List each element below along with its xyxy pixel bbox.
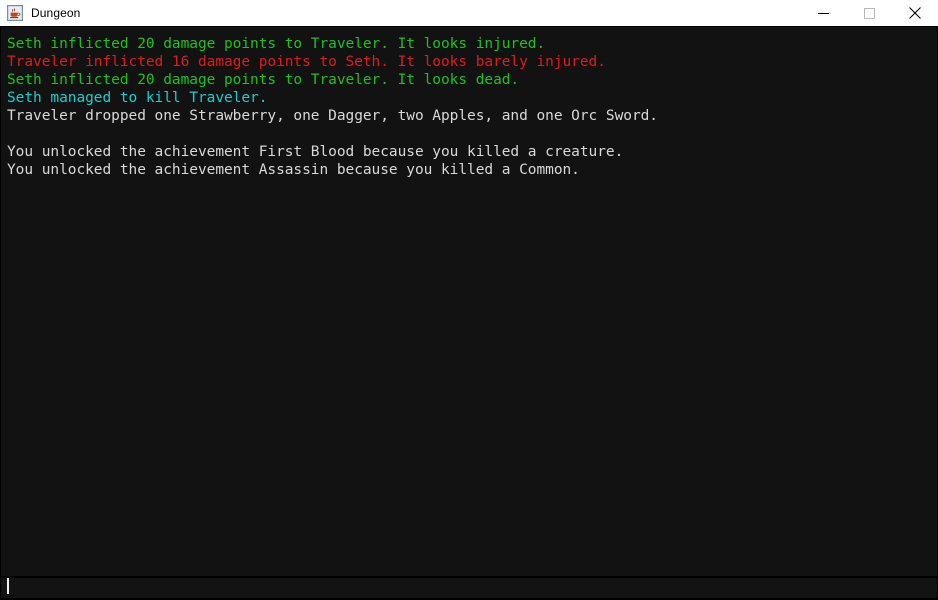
minimize-icon <box>817 12 829 14</box>
title-bar: Dungeon <box>0 0 938 26</box>
maximize-icon <box>863 7 875 19</box>
window-title: Dungeon <box>31 6 81 20</box>
command-input-row <box>0 576 938 600</box>
maximize-button[interactable] <box>846 0 892 26</box>
log-line: You unlocked the achievement First Blood… <box>7 144 624 160</box>
log-line: You unlocked the achievement Assassin be… <box>7 162 580 178</box>
command-input[interactable] <box>1 578 937 598</box>
log-line: Seth inflicted 20 damage points to Trave… <box>7 72 520 88</box>
minimize-button[interactable] <box>800 0 846 26</box>
window-controls <box>800 0 938 26</box>
dungeon-app-window: Dungeon Seth inflicted 20 damage points … <box>0 0 938 600</box>
close-icon <box>909 7 921 19</box>
text-caret <box>7 578 9 594</box>
console-frame: Seth inflicted 20 damage points to Trave… <box>0 26 938 576</box>
java-coffee-cup-icon <box>7 5 23 21</box>
log-line: Traveler dropped one Strawberry, one Dag… <box>7 108 658 124</box>
log-line: Traveler inflicted 16 damage points to S… <box>7 54 606 70</box>
close-button[interactable] <box>892 0 938 26</box>
log-line: Seth managed to kill Traveler. <box>7 90 268 106</box>
log-line: Seth inflicted 20 damage points to Trave… <box>7 36 546 52</box>
game-log-output: Seth inflicted 20 damage points to Trave… <box>1 27 937 576</box>
